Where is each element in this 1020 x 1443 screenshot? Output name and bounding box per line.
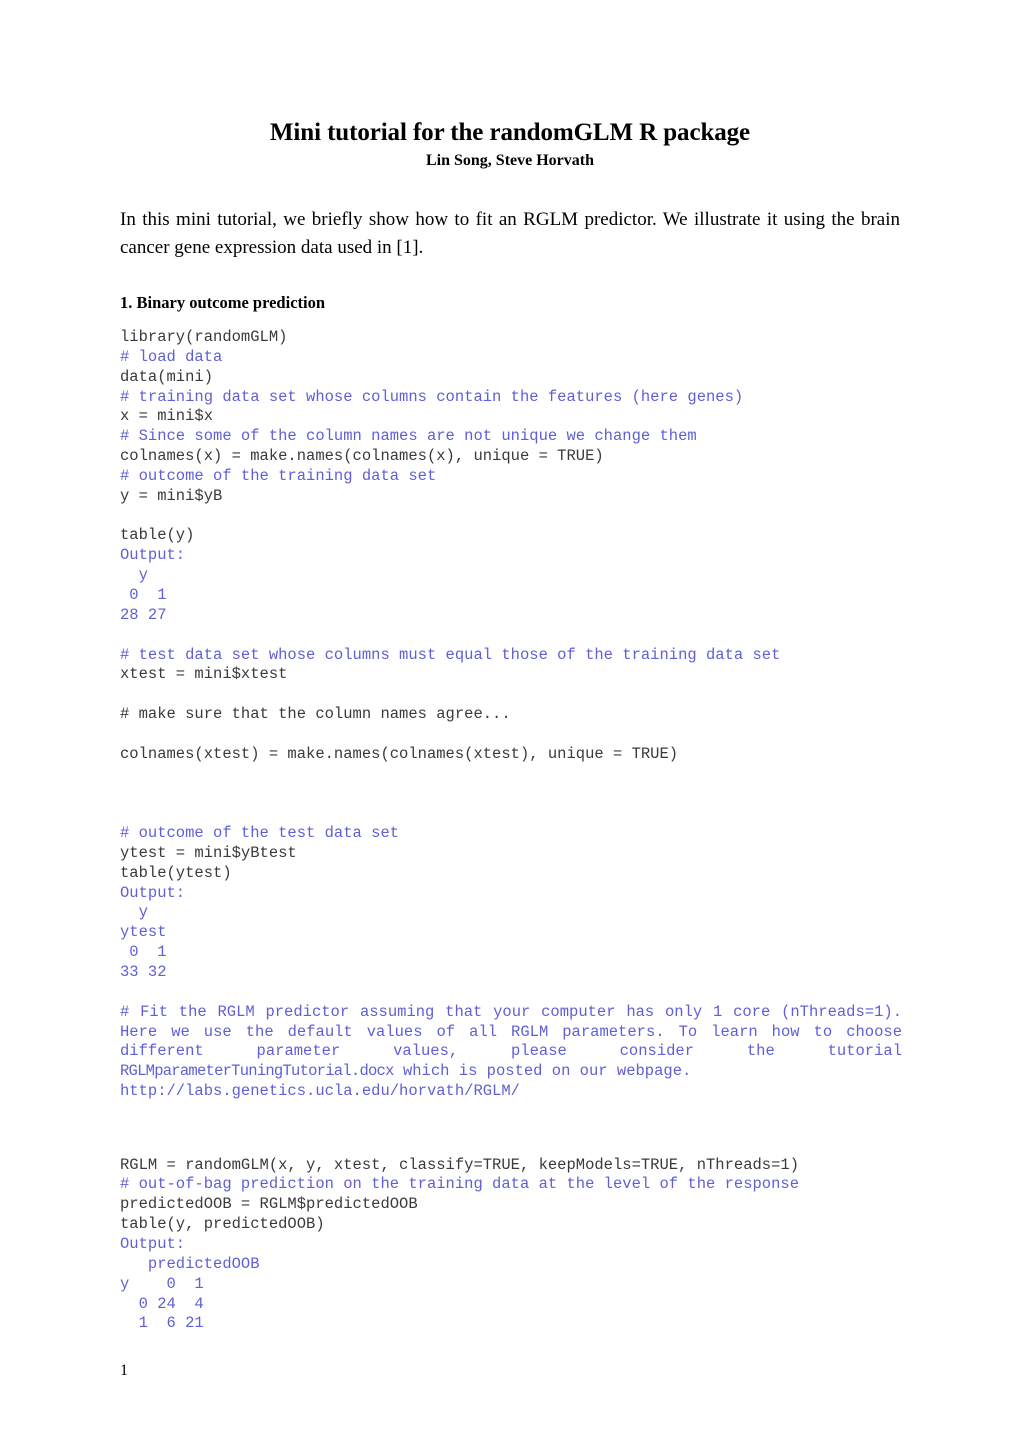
code-comment-paragraph-rglm-fit: # Fit the RGLM predictor assuming that y… bbox=[120, 1003, 902, 1102]
code-line: 0 1 bbox=[120, 585, 167, 604]
code-line: # outcome of the test data set bbox=[120, 824, 400, 843]
code-line: # Since some of the column names are not… bbox=[120, 427, 697, 446]
code-line: ytest bbox=[120, 923, 167, 942]
page-title: Mini tutorial for the randomGLM R packag… bbox=[269, 119, 751, 146]
code-line: y bbox=[120, 566, 148, 585]
code-line: Output: bbox=[120, 883, 186, 902]
code-line: colnames(xtest) = make.names(colnames(xt… bbox=[120, 744, 679, 763]
code-line: predictedOOB bbox=[120, 1254, 260, 1273]
document-authors: Lin Song, Steve Horvath bbox=[425, 152, 594, 169]
code-line: predictedOOB = RGLM$predictedOOB bbox=[120, 1195, 418, 1214]
code-line: table(y) bbox=[120, 526, 195, 545]
code-line: 0 1 bbox=[120, 943, 167, 962]
code-line: Output: bbox=[120, 546, 186, 565]
code-line: # out-of-bag prediction on the training … bbox=[120, 1175, 800, 1194]
code-block-1: library(randomGLM) # load data data(mini) #… bbox=[120, 328, 900, 1003]
code-line: # training data set whose columns contai… bbox=[120, 387, 744, 406]
code-comment-part-1: # Fit the RGLM predictor assuming that y… bbox=[120, 1002, 902, 1061]
code-line: y bbox=[120, 903, 148, 922]
code-line: y = mini$yB bbox=[120, 486, 223, 505]
code-line: 1 6 21 bbox=[120, 1314, 204, 1333]
code-line: RGLM = randomGLM(x, y, xtest, classify=T… bbox=[120, 1155, 800, 1174]
code-line: # load data bbox=[120, 347, 223, 366]
code-line: data(mini) bbox=[120, 367, 214, 386]
rglm-webpage-url[interactable]: http://labs.genetics.ucla.edu/horvath/RG… bbox=[120, 1082, 902, 1102]
code-line: 0 24 4 bbox=[120, 1294, 204, 1313]
code-line: 28 27 bbox=[120, 605, 167, 624]
code-line: # make sure that the column names agree.… bbox=[120, 705, 511, 724]
code-line: Output: bbox=[120, 1234, 186, 1253]
page-number: 1 bbox=[120, 1362, 128, 1379]
code-line: xtest = mini$xtest bbox=[120, 665, 288, 684]
document-content: Mini tutorial for the randomGLM R packag… bbox=[120, 118, 902, 1334]
code-line: table(y, predictedOOB) bbox=[120, 1215, 325, 1234]
code-line: # outcome of the training data set bbox=[120, 466, 437, 485]
code-line: y 0 1 bbox=[120, 1274, 204, 1293]
code-line: colnames(x) = make.names(colnames(x), un… bbox=[120, 447, 604, 466]
tutorial-file-name: RGLMparameterTuningTutorial.docx bbox=[120, 1062, 394, 1081]
code-line: x = mini$x bbox=[120, 407, 214, 426]
document-page: Mini tutorial for the randomGLM R packag… bbox=[0, 0, 1020, 1443]
code-comment-part-2: which is posted on our webpage. bbox=[393, 1062, 692, 1081]
intro-paragraph: In this mini tutorial, we briefly show h… bbox=[120, 209, 900, 258]
code-line: # test data set whose columns must equal… bbox=[120, 645, 781, 664]
code-line: table(ytest) bbox=[120, 863, 232, 882]
section-heading-binary-outcome-prediction: 1. Binary outcome prediction bbox=[120, 293, 326, 312]
code-line: library(randomGLM) bbox=[120, 328, 288, 346]
code-line: 33 32 bbox=[120, 963, 167, 981]
code-block-2: RGLM = randomGLM(x, y, xtest, classify=T… bbox=[120, 1116, 900, 1334]
code-line: ytest = mini$yBtest bbox=[120, 843, 297, 862]
